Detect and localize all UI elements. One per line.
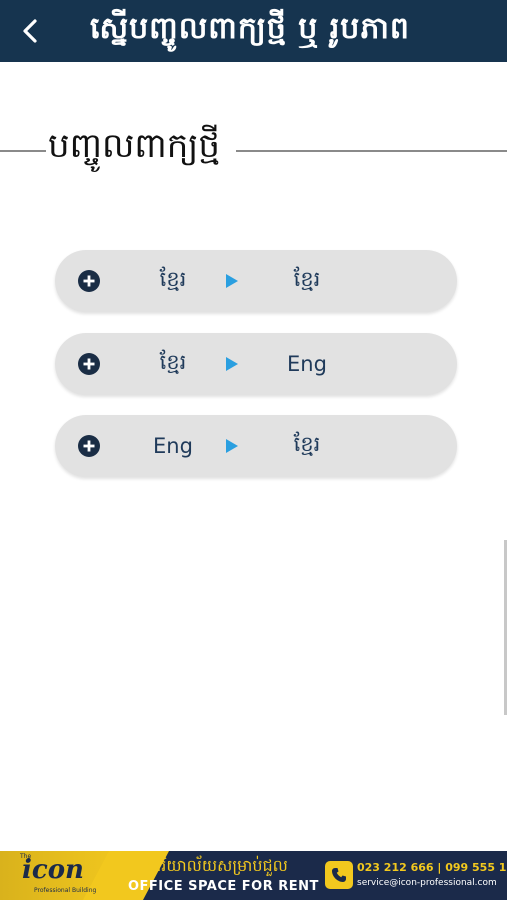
section-heading-label: បញ្ចូលពាក្យថ្មី bbox=[48, 126, 220, 166]
plus-circle-icon bbox=[78, 270, 100, 292]
ad-english-text: OFFICE SPACE FOR RENT bbox=[128, 879, 319, 894]
ad-banner[interactable]: The icon Professional Building ការិយាល័យ… bbox=[0, 851, 507, 900]
ad-logo-subtitle: Professional Building bbox=[34, 887, 97, 894]
source-language: ខ្មែរ bbox=[159, 349, 187, 374]
arrow-right-icon bbox=[226, 274, 238, 288]
plus-circle-icon bbox=[78, 353, 100, 375]
chevron-left-icon bbox=[23, 19, 37, 43]
option-khmer-to-khmer[interactable]: ខ្មែរ ខ្មែរ bbox=[55, 250, 457, 312]
arrow-right-icon bbox=[226, 357, 238, 371]
ad-logo: icon bbox=[22, 855, 84, 885]
ad-khmer-text: ការិយាល័យសម្រាប់ជួល bbox=[146, 856, 288, 875]
page-title: ស្នើបញ្ចូលពាក្យថ្មី ឬ រូបភាព bbox=[90, 11, 410, 46]
arrow-right-icon bbox=[226, 439, 238, 453]
target-language: ខ្មែរ bbox=[293, 266, 321, 291]
plus-circle-icon bbox=[78, 435, 100, 457]
section-heading: បញ្ចូលពាក្យថ្មី bbox=[0, 122, 507, 182]
target-language: ខ្មែរ bbox=[293, 431, 321, 456]
option-english-to-khmer[interactable]: Eng ខ្មែរ bbox=[55, 415, 457, 477]
back-button[interactable] bbox=[10, 8, 50, 54]
heading-divider-right bbox=[236, 150, 507, 152]
option-khmer-to-english[interactable]: ខ្មែរ Eng bbox=[55, 333, 457, 395]
phone-icon bbox=[325, 861, 353, 889]
heading-divider-left bbox=[0, 150, 46, 152]
ad-phone-number: 023 212 666 | 099 555 150 bbox=[357, 861, 507, 874]
target-language: Eng bbox=[287, 352, 327, 376]
source-language: ខ្មែរ bbox=[159, 266, 187, 291]
app-header: ស្នើបញ្ចូលពាក្យថ្មី ឬ រូបភាព bbox=[0, 0, 507, 62]
source-language: Eng bbox=[153, 434, 193, 458]
ad-email: service@icon-professional.com bbox=[357, 878, 497, 888]
